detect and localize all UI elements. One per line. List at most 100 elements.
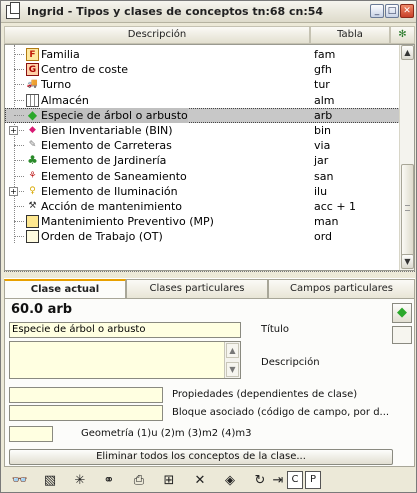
row-table-code: man: [314, 215, 339, 229]
row-label: Acción de mantenimiento: [41, 200, 183, 213]
tree-branch-line: [14, 145, 24, 147]
row-label: Familia: [41, 48, 80, 61]
binoculars-icon[interactable]: 👓: [10, 471, 30, 491]
column-header-table[interactable]: Tabla: [310, 26, 390, 44]
leaf-icon: ◆: [397, 305, 407, 320]
row-label: Elemento de Carreteras: [41, 139, 172, 153]
scroll-up-icon[interactable]: ▲: [401, 45, 414, 60]
tree-row[interactable]: G Centro de coste gfh: [5, 62, 400, 77]
row-label: Elemento de Iluminación: [41, 184, 178, 198]
tree-row[interactable]: F Familia fam: [5, 47, 400, 62]
window-icon: [6, 1, 20, 19]
scroll-thumb[interactable]: [401, 164, 414, 256]
leaf-icon: ◆: [27, 107, 38, 122]
row-label: Especie de árbol o arbusto: [41, 107, 188, 123]
detail-panel: 60.0 arb ◆ Especie de árbol o arbusto Tí…: [4, 298, 415, 467]
tree-branch-line: [14, 69, 24, 71]
tree-branch-line: [14, 160, 24, 162]
exit-icon[interactable]: ⇥: [268, 471, 288, 491]
tree-row[interactable]: ◆ Especie de árbol o arbusto arb: [5, 107, 400, 123]
tree-branch-line: [14, 84, 24, 86]
row-label: Turno: [41, 78, 72, 92]
eraser-icon[interactable]: ◈: [220, 471, 240, 491]
refresh-icon[interactable]: ↻: [250, 471, 270, 491]
expand-icon[interactable]: +: [9, 126, 18, 135]
scroll-down-icon[interactable]: ▼: [401, 254, 414, 269]
maximize-icon[interactable]: □: [385, 4, 399, 18]
bottom-toolbar: 👓 ▧ ✳ ⚭ ⎙ ⊞ ✕ ◈ ↻ ⇥ C P: [4, 470, 415, 492]
tree-row[interactable]: Almacén alm: [5, 93, 400, 108]
properties-field[interactable]: [9, 387, 163, 403]
hierarchy-icon[interactable]: ⊞: [159, 471, 179, 491]
row-table-code: bin: [314, 124, 332, 137]
tab-clases-particulares[interactable]: Clases particulares: [126, 279, 268, 298]
row-table-code: alm: [314, 93, 335, 107]
tree-row[interactable]: ⚘ Elemento de Saneamiento san: [5, 169, 400, 184]
printer-icon[interactable]: ⎙: [129, 471, 149, 491]
tree-scrollbar[interactable]: ▲ ▼: [399, 45, 414, 270]
delete-all-concepts-button[interactable]: Eliminar todos los conceptos de la clase…: [9, 449, 393, 465]
row-label: Bien Inventariable (BIN): [41, 124, 173, 137]
tree-branch-line: [14, 54, 24, 55]
tab-campos-particulares[interactable]: Campos particulares: [268, 279, 415, 298]
row-table-code: arb: [314, 108, 333, 122]
tree-row[interactable]: ♣ Elemento de Jardinería jar: [5, 153, 400, 168]
title-field[interactable]: Especie de árbol o arbusto: [9, 322, 241, 338]
tree-branch-line: [14, 99, 24, 101]
row-table-code: via: [314, 139, 331, 153]
close-icon[interactable]: ✕: [400, 4, 414, 18]
tab-clase-actual[interactable]: Clase actual: [4, 279, 126, 299]
tree-row[interactable]: ✎ Elemento de Carreteras via: [5, 138, 400, 153]
row-label: Almacén: [41, 93, 89, 107]
tree-branch-line: [14, 236, 24, 238]
comment-icon[interactable]: C: [287, 471, 303, 489]
class-tree[interactable]: F Familia fam G Centro de coste gfh 🚚 Turno tur A…: [4, 44, 415, 271]
wrench-icon: ⚒: [28, 201, 37, 211]
map-icon[interactable]: ▧: [40, 471, 60, 491]
block-label: Bloque asociado (código de campo, por d.…: [172, 407, 390, 418]
tree-row[interactable]: + ◆ Bien Inventariable (BIN) bin: [5, 123, 400, 138]
tree-row[interactable]: + ♀ Elemento de Iluminación ilu: [5, 184, 400, 199]
description-field[interactable]: ▲ ▼: [9, 341, 241, 379]
column-header-icon[interactable]: ✻: [390, 26, 415, 44]
minimize-icon[interactable]: _: [370, 4, 384, 18]
tree-row[interactable]: Orden de Trabajo (OT) ord: [5, 229, 400, 244]
window-controls: _ □ ✕: [370, 4, 414, 18]
tree-row[interactable]: 🚚 Turno tur: [5, 77, 400, 92]
tree-row[interactable]: ⚒ Acción de mantenimiento acc + 1: [5, 199, 400, 214]
geometry-field[interactable]: [9, 426, 53, 442]
tree-row[interactable]: Mantenimiento Preventivo (MP) man: [5, 214, 400, 229]
row-table-code: ord: [314, 230, 333, 244]
cost-center-box-icon: G: [26, 63, 39, 77]
row-table-code: fam: [314, 48, 336, 61]
description-scrollbar[interactable]: ▲ ▼: [224, 342, 240, 378]
pipe-icon: ⚘: [28, 170, 37, 181]
link-icon[interactable]: ⚭: [99, 471, 119, 491]
screen-icon: [26, 215, 39, 229]
expand-icon[interactable]: +: [9, 186, 18, 196]
description-label: Descripción: [261, 357, 320, 368]
list-header: Descripción Tabla ✻: [4, 26, 415, 44]
column-header-description[interactable]: Descripción: [4, 26, 310, 44]
warehouse-grid-icon: [26, 93, 39, 107]
delete-icon[interactable]: ✕: [190, 471, 210, 491]
tree-branch-line: [14, 175, 24, 177]
print-preview-icon[interactable]: P: [305, 471, 321, 489]
tree-icon: ♣: [27, 153, 38, 168]
description-scroll-up-icon[interactable]: ▲: [226, 343, 239, 358]
main-window: Ingrid - Tipos y clases de conceptos tn:…: [0, 0, 417, 493]
splitter[interactable]: [4, 271, 415, 279]
row-table-code: tur: [314, 78, 330, 92]
truck-icon: 🚚: [26, 79, 39, 90]
sparkle-icon[interactable]: ✳: [70, 471, 90, 491]
row-label: Centro de coste: [41, 63, 129, 77]
row-table-code: gfh: [314, 63, 332, 77]
title-bar[interactable]: Ingrid - Tipos y clases de conceptos tn:…: [1, 1, 416, 23]
description-scroll-down-icon[interactable]: ▼: [226, 362, 239, 377]
row-table-code: jar: [314, 154, 329, 168]
class-icon-button[interactable]: ◆: [392, 303, 412, 323]
title-label: Título: [261, 324, 290, 335]
bulb-icon: ♀: [29, 185, 36, 196]
row-label: Mantenimiento Preventivo (MP): [41, 215, 214, 229]
block-field[interactable]: [9, 405, 163, 421]
